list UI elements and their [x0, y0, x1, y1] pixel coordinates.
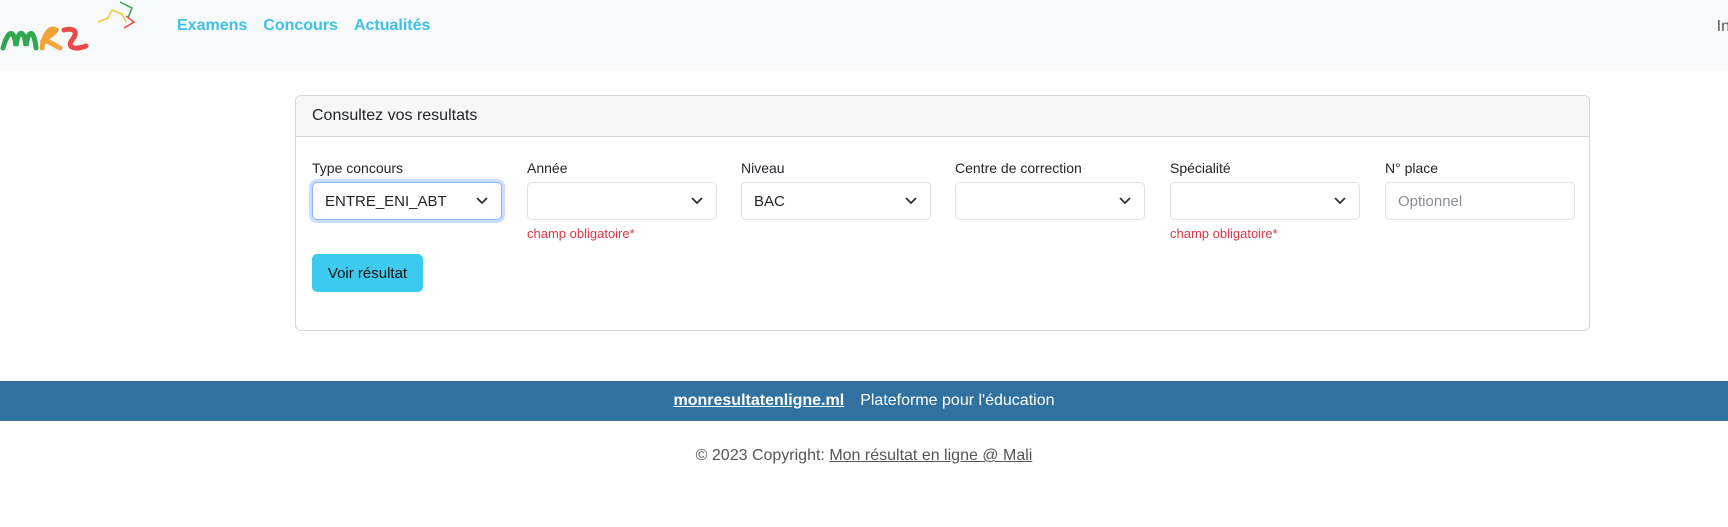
chevron-down-icon — [691, 197, 703, 205]
field-label: Année — [527, 160, 568, 176]
nav-link-examens[interactable]: Examens — [177, 17, 247, 35]
footer-site-link[interactable]: monresultatenligne.ml — [674, 392, 845, 410]
niveau-select[interactable]: BAC — [741, 182, 931, 220]
nav-right-link[interactable]: In — [1717, 18, 1728, 36]
nav-link-concours[interactable]: Concours — [263, 17, 338, 35]
footer-bar: monresultatenligne.ml Plateforme pour l'… — [0, 381, 1728, 421]
select-value: BAC — [754, 193, 785, 210]
field-label: Type concours — [312, 160, 404, 176]
copyright-link[interactable]: Mon résultat en ligne @ Mali — [829, 447, 1032, 464]
navbar: Examens Concours Actualités In — [0, 0, 1728, 70]
chevron-down-icon — [1119, 197, 1131, 205]
field-label: N° place — [1385, 160, 1439, 176]
field-type-concours: Type concours ENTRE_ENI_ABT — [312, 160, 502, 220]
nav-links: Examens Concours Actualités — [177, 17, 430, 35]
specialite-error: champ obligatoire* — [1170, 226, 1278, 241]
input-placeholder: Optionnel — [1398, 193, 1463, 210]
numero-place-input[interactable]: Optionnel — [1385, 182, 1575, 220]
field-numero-place: N° place Optionnel — [1385, 160, 1575, 220]
field-niveau: Niveau BAC — [741, 160, 931, 220]
voir-resultat-button[interactable]: Voir résultat — [312, 254, 423, 292]
field-annee: Année champ obligatoire* — [527, 160, 717, 241]
footer-tagline: Plateforme pour l'éducation — [860, 392, 1055, 409]
chevron-down-icon — [476, 197, 488, 205]
specialite-select[interactable] — [1170, 182, 1360, 220]
copyright-text: © 2023 Copyright: — [695, 447, 825, 464]
annee-error: champ obligatoire* — [527, 226, 635, 241]
field-centre-correction: Centre de correction — [955, 160, 1145, 220]
nav-link-actualites[interactable]: Actualités — [354, 17, 430, 35]
select-value: ENTRE_ENI_ABT — [325, 193, 447, 210]
field-specialite: Spécialité champ obligatoire* — [1170, 160, 1360, 241]
field-label: Niveau — [741, 160, 785, 176]
copyright: © 2023 Copyright: Mon résultat en ligne … — [0, 447, 1728, 465]
chevron-down-icon — [1334, 197, 1346, 205]
results-card: Consultez vos resultats Type concours EN… — [295, 95, 1590, 331]
field-label: Spécialité — [1170, 160, 1231, 176]
annee-select[interactable] — [527, 182, 717, 220]
card-title: Consultez vos resultats — [296, 96, 1589, 137]
type-concours-select[interactable]: ENTRE_ENI_ABT — [312, 182, 502, 220]
brand-logo[interactable] — [0, 0, 140, 60]
chevron-down-icon — [905, 197, 917, 205]
field-label: Centre de correction — [955, 160, 1082, 176]
centre-correction-select[interactable] — [955, 182, 1145, 220]
